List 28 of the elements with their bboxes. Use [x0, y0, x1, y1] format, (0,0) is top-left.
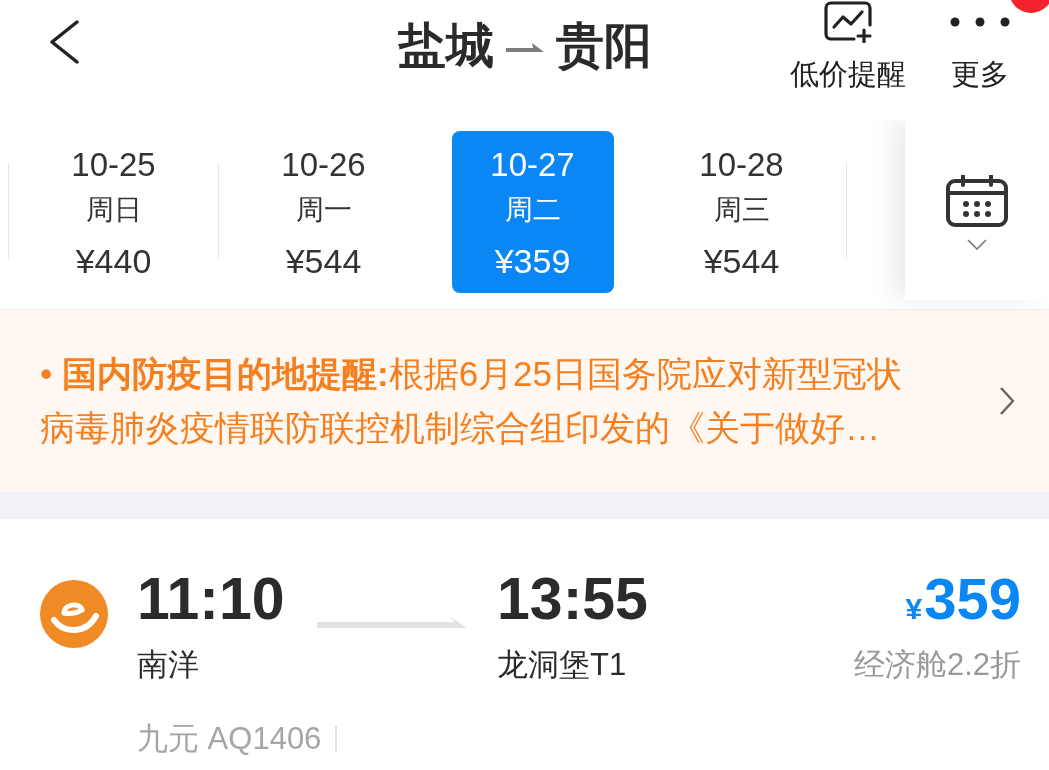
arrival-airport: 龙洞堡T1 — [497, 646, 627, 684]
destination-city: 贵阳 — [556, 18, 652, 74]
back-icon — [48, 20, 80, 64]
flight-number: 九元 AQ1406 — [137, 720, 322, 758]
date-tab[interactable]: 10-26 周一 ¥544 — [242, 131, 405, 293]
cabin-class: 经济舱2.2折 — [853, 646, 1021, 684]
airline-logo-icon — [40, 580, 108, 648]
calendar-icon — [946, 175, 1008, 227]
arrow-right-icon — [506, 43, 544, 55]
flight-arrow-icon — [317, 615, 467, 629]
date-tab[interactable]: 10-27 周二 ¥359 — [451, 131, 614, 293]
chart-plus-icon — [824, 1, 872, 43]
notice-text: • 国内防疫目的地提醒:根据6月25日国务院应对新型冠状病毒肺炎疫情联防联控机制综合组印发的《关于做好… — [40, 353, 904, 449]
price-text: 359 — [924, 567, 1021, 631]
price-alert-button[interactable]: 低价提醒 — [790, 0, 906, 90]
departure-time: 11:10 — [137, 567, 285, 631]
departure-airport: 南洋 — [137, 646, 199, 684]
flight-card[interactable]: 11:10 13:55 ¥359 南洋 龙洞堡T1 经济舱2.2折 九元 AQ1406 — [0, 519, 1049, 770]
date-tab[interactable]: 10-28 周三 ¥544 — [660, 131, 823, 293]
chevron-down-icon — [967, 239, 987, 250]
date-tab[interactable]: 10-25 周日 ¥440 — [32, 131, 195, 293]
more-icon — [950, 17, 1010, 27]
origin-city: 盐城 — [398, 18, 494, 74]
more-button[interactable]: 更多 — [950, 0, 1010, 90]
calendar-button[interactable] — [905, 120, 1049, 300]
arrival-time: 13:55 — [497, 567, 648, 631]
currency-symbol: ¥ — [905, 592, 923, 626]
chevron-right-icon — [999, 386, 1015, 416]
